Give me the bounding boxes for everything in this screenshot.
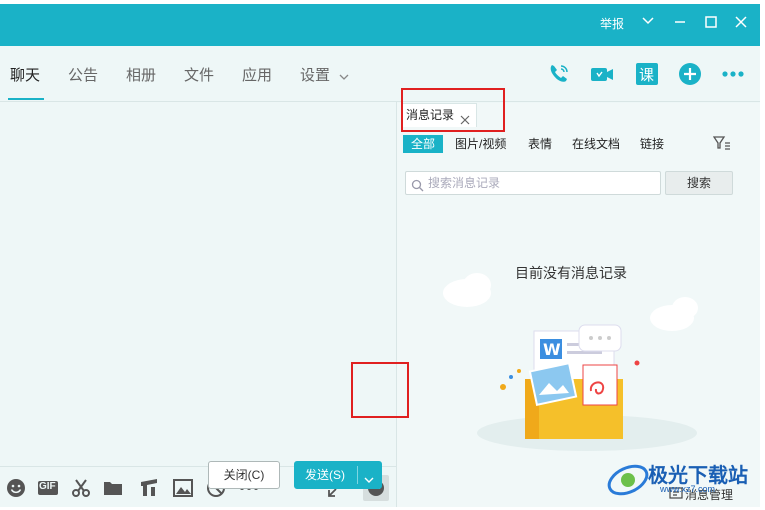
watermark: 极光下载站 www.xz7.com [600, 456, 760, 506]
tab-announcement[interactable]: 公告 [68, 66, 98, 86]
scissors-icon[interactable] [70, 477, 92, 499]
add-icon[interactable] [677, 61, 703, 87]
image-icon[interactable] [172, 477, 194, 499]
active-tab-indicator [8, 98, 44, 100]
gif-label: GIF [39, 481, 56, 492]
svg-text:W: W [543, 340, 561, 359]
tab-apps[interactable]: 应用 [242, 66, 272, 86]
send-separator [357, 466, 358, 484]
chat-window: 举报 聊天 公告 相册 文件 应用 设置 课 GIF 关闭(C) 发送(S) 消… [0, 4, 760, 507]
search-placeholder: 搜索消息记录 [428, 176, 501, 190]
music-icon[interactable] [138, 477, 160, 499]
chat-message-area[interactable]: GIF [0, 103, 396, 507]
watermark-url: www.xz7.com [660, 484, 716, 494]
filter-docs[interactable]: 在线文档 [572, 135, 620, 153]
search-icon [411, 177, 424, 199]
title-bar: 举报 [0, 4, 760, 46]
close-button[interactable]: 关闭(C) [208, 461, 280, 489]
empty-state-illustration: W [443, 273, 698, 451]
filter-emoji[interactable]: 表情 [528, 135, 552, 153]
send-label: 发送(S) [305, 468, 345, 482]
filter-all[interactable]: 全部 [403, 135, 444, 153]
more-icon[interactable] [720, 61, 746, 87]
close-icon[interactable] [734, 15, 748, 33]
gif-icon[interactable]: GIF [37, 477, 59, 499]
background-edge [760, 0, 765, 507]
history-search-input[interactable]: 搜索消息记录 [405, 171, 661, 195]
watermark-logo-icon [607, 464, 649, 496]
video-icon[interactable] [589, 61, 615, 87]
phone-icon[interactable] [546, 61, 572, 87]
filter-media[interactable]: 图片/视频 [455, 135, 506, 153]
search-button[interactable]: 搜索 [665, 171, 733, 195]
history-panel: 消息记录 全部 图片/视频 表情 在线文档 链接 搜索消息记录 搜索 目前没有消… [397, 103, 760, 507]
tab-chat[interactable]: 聊天 [10, 66, 40, 86]
chevron-down-icon[interactable] [363, 469, 375, 495]
history-filters: 全部 图片/视频 表情 在线文档 链接 [397, 133, 760, 155]
tab-settings[interactable]: 设置 [300, 66, 330, 86]
minimize-icon[interactable] [673, 15, 687, 33]
chevron-down-icon[interactable] [641, 14, 655, 32]
emoji-icon[interactable] [5, 477, 27, 499]
tab-album[interactable]: 相册 [126, 66, 156, 86]
highlight-history-button [351, 362, 409, 418]
filter-icon[interactable] [712, 135, 731, 156]
chevron-down-icon[interactable] [338, 70, 350, 88]
nav-bar: 聊天 公告 相册 文件 应用 设置 课 [0, 46, 760, 102]
folder-icon[interactable] [102, 477, 124, 499]
send-button[interactable]: 发送(S) [294, 461, 382, 489]
course-icon[interactable]: 课 [634, 61, 660, 87]
course-label: 课 [639, 67, 655, 84]
maximize-icon[interactable] [704, 15, 718, 33]
report-button[interactable]: 举报 [600, 16, 624, 32]
highlight-history-tab [401, 88, 505, 132]
tab-files[interactable]: 文件 [184, 66, 214, 86]
filter-links[interactable]: 链接 [640, 135, 664, 153]
